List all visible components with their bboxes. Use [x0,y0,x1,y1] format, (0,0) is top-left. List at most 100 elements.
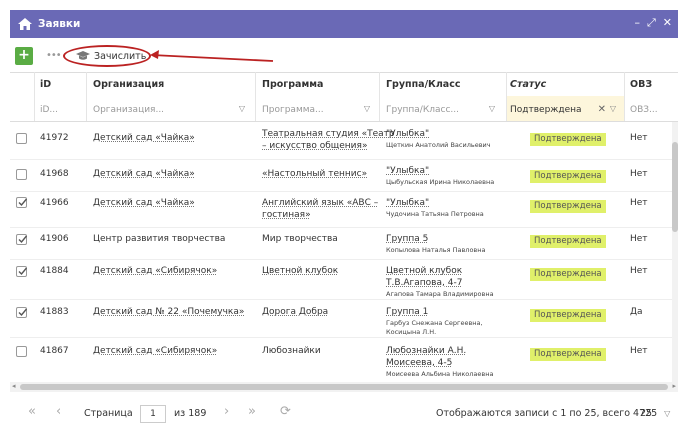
cell-id: 41966 [40,198,69,208]
applications-grid: iD Организация Программа Группа/Класс Ст… [10,72,678,382]
filter-status[interactable]: Подтверждена ✕ ▽ [510,101,620,119]
last-page-button[interactable]: » [248,404,256,419]
horizontal-scrollbar[interactable]: ◂ ▸ [10,382,678,392]
cell-group[interactable]: Любознайки А.Н. Моисеева, 4-5 Моисеева Аль… [386,345,493,379]
cell-group[interactable]: Группа 1 Гарбуз Снежана Сергеевна, Косицы… [386,306,496,337]
more-button[interactable]: ••• [46,50,62,61]
status-badge: Подтверждена [530,200,606,213]
column-header-id[interactable]: iD [40,79,51,90]
filter-row: iD... Организация... ▽ Программа... ▽ Груп… [10,96,678,122]
column-header-program[interactable]: Программа [262,79,323,90]
cell-program[interactable]: Дорога Добра [262,306,328,318]
scroll-right-icon[interactable]: ▸ [672,382,676,390]
scroll-left-icon[interactable]: ◂ [12,382,16,390]
column-header-status[interactable]: Статус [510,79,546,90]
cell-id: 41884 [40,266,69,276]
filter-group[interactable]: Группа/Класс... ▽ [386,101,499,119]
cell-organization[interactable]: Детский сад «Сибирячок» [93,265,217,277]
page-label: Страница [84,408,133,419]
first-page-button[interactable]: « [28,404,36,419]
status-badge: Подтверждена [530,348,606,361]
graduation-cap-icon [76,51,90,60]
status-badge: Подтверждена [530,309,606,322]
table-row[interactable]: 41883 Детский сад № 22 «Почемучка» Дорог… [10,300,678,338]
cell-organization[interactable]: Центр развития творчества [93,233,225,245]
cell-organization[interactable]: Детский сад № 22 «Почемучка» [93,306,244,318]
row-checkbox[interactable] [16,234,28,245]
cell-ovz: Нет [630,169,648,179]
table-row[interactable]: 41867 Детский сад «Сибирячок» Любознайки… [10,338,678,382]
filter-organization[interactable]: Организация... ▽ [93,101,249,119]
cell-ovz: Нет [630,234,648,244]
cell-id: 41883 [40,307,69,317]
cell-organization[interactable]: Детский сад «Сибирячок» [93,345,217,357]
filter-program[interactable]: Программа... ▽ [262,101,374,119]
page-input[interactable]: 1 [140,405,166,423]
row-checkbox[interactable] [16,346,27,357]
cell-program[interactable]: «Настольный теннис» [262,168,367,180]
cell-program[interactable]: Мир творчества [262,233,338,245]
cell-organization[interactable]: Детский сад «Чайка» [93,168,195,180]
next-page-button[interactable]: › [224,404,229,419]
add-button[interactable]: + [15,47,33,65]
refresh-icon[interactable]: ⟳ [280,404,291,419]
row-checkbox[interactable] [16,133,27,144]
chevron-down-icon: ▽ [488,104,495,113]
maximize-icon[interactable]: ⤢ [647,16,656,30]
cell-group[interactable]: "Улыбка" Щеткин Анатолий Васильевич [386,128,491,150]
row-checkbox[interactable] [16,197,28,208]
filter-ovz[interactable]: ОВЗ... [630,101,674,119]
column-header-organization[interactable]: Организация [93,79,164,90]
cell-program[interactable]: Цветной клубок [262,265,338,277]
cell-group[interactable]: Группа 5 Копылова Наталья Павловна [386,233,485,255]
cell-program[interactable]: Любознайки [262,345,321,357]
annotation-arrow [150,50,274,62]
row-checkbox[interactable] [16,169,27,180]
status-badge: Подтверждена [530,235,606,248]
home-icon [18,18,32,30]
cell-ovz: Да [630,307,643,317]
close-icon[interactable]: ✕ [663,16,672,30]
cell-organization[interactable]: Детский сад «Чайка» [93,132,195,144]
table-row[interactable]: 41972 Детский сад «Чайка» Театральная ст… [10,122,678,160]
cell-organization[interactable]: Детский сад «Чайка» [93,197,195,209]
status-badge: Подтверждена [530,170,606,183]
toolbar: + ••• Зачислить [10,38,678,72]
cell-group[interactable]: "Улыбка" Чудочина Татьяна Петровна [386,197,484,219]
column-header-ovz[interactable]: ОВЗ [630,79,652,90]
page-size-select[interactable]: 25 ▽ [640,408,670,419]
cell-group[interactable]: "Улыбка" Цыбульская Ирина Николаевна [386,165,494,187]
cell-program[interactable]: Театральная студия «Театр – искусство общ… [262,128,395,152]
status-badge: Подтверждена [530,268,606,281]
table-row[interactable]: 41966 Детский сад «Чайка» Английский язы… [10,192,678,228]
cell-ovz: Нет [630,198,648,208]
records-info: Отображаются записи с 1 по 25, всего 472… [436,408,658,419]
chevron-down-icon: ▽ [238,104,245,113]
cell-ovz: Нет [630,266,648,276]
cell-id: 41867 [40,346,69,356]
cell-ovz: Нет [630,133,648,143]
grid-header: iD Организация Программа Группа/Класс Ст… [10,72,678,96]
enroll-label: Зачислить [94,50,147,62]
clear-icon[interactable]: ✕ [598,104,606,115]
enroll-button[interactable]: Зачислить [68,45,154,67]
cell-id: 41968 [40,169,69,179]
window-titlebar: Заявки – ⤢ ✕ [10,10,678,38]
prev-page-button[interactable]: ‹ [56,404,61,419]
row-checkbox[interactable] [16,307,28,318]
cell-group[interactable]: Цветной клубок Т.В.Агапова, 4-7 Агапова Та… [386,265,494,299]
cell-id: 41972 [40,133,69,143]
table-row[interactable]: 41884 Детский сад «Сибирячок» Цветной кл… [10,260,678,300]
cell-ovz: Нет [630,346,648,356]
table-row[interactable]: 41968 Детский сад «Чайка» «Настольный те… [10,160,678,192]
pager: « ‹ Страница 1 из 189 › » ⟳ Отображаются… [10,397,678,430]
table-row[interactable]: 41906 Центр развития творчества Мир твор… [10,228,678,260]
chevron-down-icon: ▽ [609,104,616,113]
column-header-group[interactable]: Группа/Класс [386,79,460,90]
row-checkbox[interactable] [16,266,28,277]
cell-program[interactable]: Английский язык «АВС – гостиная» [262,197,378,221]
chevron-down-icon: ▽ [363,104,370,113]
vertical-scrollbar[interactable] [672,122,678,382]
filter-id[interactable]: iD... [40,101,80,119]
minimize-icon[interactable]: – [634,16,640,30]
